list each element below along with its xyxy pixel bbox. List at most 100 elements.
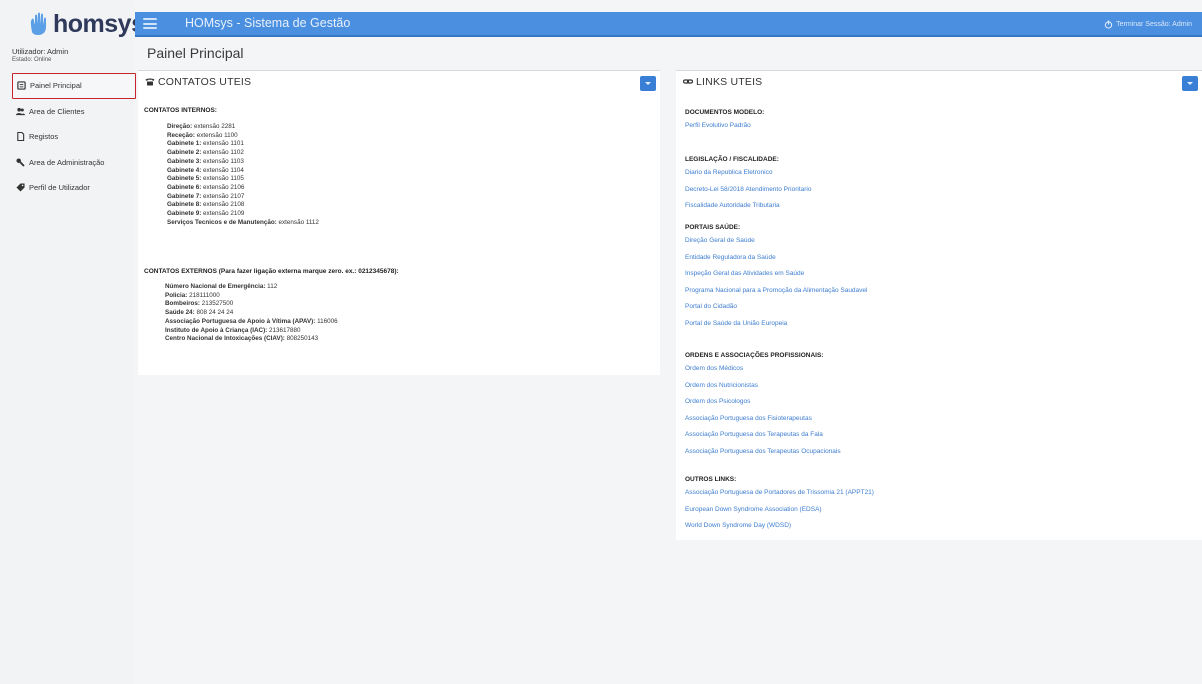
hand-logo-icon — [28, 12, 50, 36]
contact-item: Serviços Tecnicos e de Manutenção: exten… — [167, 219, 319, 228]
power-icon — [1104, 20, 1113, 29]
contact-item: Instituto de Apoio à Criança (IAC): 2136… — [165, 327, 338, 336]
contact-name: Gabinete 4: — [167, 166, 202, 174]
sidebar-item-perfil-utilizador[interactable]: Perfil de Utilizador — [12, 175, 136, 201]
links-group: PORTAIS SAÚDE: Direção Geral de Saúde Enti… — [685, 224, 867, 336]
contact-name: Gabinete 9: — [167, 210, 202, 218]
useful-link[interactable]: Diario da Republica Eletronico — [685, 169, 811, 186]
links-panel-header: LINKS UTEIS — [676, 71, 1202, 93]
useful-link[interactable]: Associação Portuguesa dos Terapeutas Ocu… — [685, 448, 841, 465]
contact-value: 116006 — [315, 317, 338, 325]
external-contacts-label: CONTATOS EXTERNOS (Para fazer ligação ex… — [144, 268, 399, 275]
contact-name: Policia: — [165, 291, 188, 299]
sidebar-item-registos[interactable]: Registos — [12, 124, 136, 150]
app-logo[interactable]: homsys — [28, 9, 145, 38]
useful-link[interactable]: Entidade Reguladora da Saúde — [685, 254, 867, 271]
useful-link[interactable]: Ordem dos Médicos — [685, 365, 841, 382]
sidebar-item-area-administracao[interactable]: Area de Administração — [12, 150, 136, 176]
useful-link[interactable]: Direção Geral de Saúde — [685, 237, 867, 254]
contact-name: Gabinete 5: — [167, 175, 202, 183]
contact-value: 112 — [265, 283, 278, 290]
sidebar-nav: Painel Principal Area de Clientes Regist… — [12, 73, 136, 201]
internal-contacts-label: CONTATOS INTERNOS: — [144, 107, 217, 114]
contact-value: extensão 2106 — [201, 183, 245, 191]
contact-name: Gabinete 6: — [167, 183, 202, 191]
contact-item: Gabinete 8: extensão 2108 — [167, 201, 319, 210]
sidebar: homsys Utilizador: Admin Estado: Online … — [0, 0, 145, 684]
useful-link[interactable]: Ordem dos Nutricionistas — [685, 382, 841, 399]
contact-name: Gabinete 7: — [167, 192, 202, 200]
useful-link[interactable]: Associação Portuguesa dos Terapeutas da … — [685, 431, 841, 448]
contact-item: Bombeiros: 213527500 — [165, 300, 338, 309]
contact-value: extensão 2108 — [201, 201, 245, 209]
user-name: Utilizador: Admin — [12, 47, 69, 56]
sidebar-item-area-clientes[interactable]: Area de Clientes — [12, 99, 136, 125]
links-group-label: ORDENS E ASSOCIAÇÕES PROFISSIONAIS: — [685, 352, 824, 359]
links-group-label: PORTAIS SAÚDE: — [685, 224, 741, 231]
useful-link[interactable]: Ordem dos Psicologos — [685, 398, 841, 415]
contacts-panel-header: CONTATOS UTEIS — [138, 71, 660, 93]
useful-link[interactable]: European Down Syndrome Association (EDSA… — [685, 506, 874, 523]
contact-value: 213617880 — [267, 326, 301, 334]
useful-link[interactable]: Inspeção Geral das Atividades em Saúde — [685, 270, 867, 287]
contact-name: Associação Portuguesa de Apoio à Vítima … — [165, 317, 316, 325]
contact-value: extensão 2281 — [192, 123, 236, 130]
useful-link[interactable]: Fiscalidade Autoridade Tributaria — [685, 202, 811, 219]
file-icon — [16, 132, 25, 142]
contact-item: Gabinete 9: extensão 2109 — [167, 210, 319, 219]
contact-value: extensão 1102 — [201, 149, 244, 157]
links-group-label: OUTROS LINKS: — [685, 476, 737, 483]
useful-link[interactable]: Associação Portuguesa dos Fisioterapeuta… — [685, 415, 841, 432]
links-group: LEGISLAÇÃO / FISCALIDADE: Diario da Repub… — [685, 156, 811, 219]
contact-value: 213527500 — [200, 300, 234, 308]
useful-link[interactable]: Programa Nacional para a Promoção da Ali… — [685, 287, 867, 304]
contact-name: Centro Nacional de Intoxicações (CIAV): — [165, 335, 285, 343]
contact-value: 808 24 24 24 — [194, 309, 234, 317]
contact-value: extensão 1100 — [195, 131, 238, 139]
collapse-button[interactable] — [1182, 76, 1198, 91]
contact-name: Gabinete 8: — [167, 201, 202, 209]
link-icon — [683, 77, 693, 86]
logout-label: Terminar Sessão: Admin — [1116, 21, 1192, 28]
contact-name: Direção: — [167, 123, 193, 130]
links-panel-title: LINKS UTEIS — [696, 76, 763, 88]
contact-value: 808250143 — [284, 335, 319, 343]
contact-value: extensão 2109 — [201, 210, 245, 218]
useful-link[interactable]: Associação Portuguesa de Portadores de T… — [685, 489, 874, 506]
contact-item: Centro Nacional de Intoxicações (CIAV): … — [165, 335, 338, 344]
links-group-label: LEGISLAÇÃO / FISCALIDADE: — [685, 156, 779, 163]
collapse-button[interactable] — [640, 76, 656, 91]
users-icon — [16, 107, 25, 116]
useful-link[interactable]: Perfil Evolutivo Padrão — [685, 122, 764, 139]
contact-item: Associação Portuguesa de Apoio à Vítima … — [165, 318, 338, 327]
contact-value: 218111000 — [187, 291, 220, 299]
useful-link[interactable]: Portal do Cidadão — [685, 303, 867, 320]
contact-value: extensão 1104 — [201, 166, 244, 174]
phone-icon — [145, 77, 155, 86]
dashboard-icon — [17, 81, 26, 90]
contact-item: Número Nacional de Emergência: 112 — [165, 283, 338, 292]
contact-item: Policia: 218111000 — [165, 292, 338, 301]
wrench-icon — [16, 158, 25, 167]
useful-link[interactable]: World Down Syndrome Day (WDSD) — [685, 522, 874, 539]
contacts-panel: CONTATOS UTEIS CONTATOS INTERNOS: Direçã… — [138, 70, 660, 375]
sidebar-item-painel-principal[interactable]: Painel Principal — [12, 73, 136, 99]
contact-name: Saúde 24: — [165, 309, 195, 317]
contact-value: extensão 2107 — [201, 192, 245, 200]
menu-toggle-icon[interactable] — [143, 18, 157, 30]
logo-text: homsys — [53, 9, 145, 38]
contact-item: Gabinete 5: extensão 1105 — [167, 175, 319, 184]
contact-item: Receção: extensão 1100 — [167, 132, 319, 141]
tag-icon — [16, 183, 25, 192]
top-navbar: HOMsys - Sistema de Gestão Terminar Sess… — [135, 12, 1202, 37]
contact-item: Gabinete 3: extensão 1103 — [167, 158, 319, 167]
logout-link[interactable]: Terminar Sessão: Admin — [1104, 20, 1192, 29]
contact-item: Gabinete 4: extensão 1104 — [167, 167, 319, 176]
contact-name: Instituto de Apoio à Criança (IAC): — [165, 326, 268, 334]
links-group: OUTROS LINKS: Associação Portuguesa de Po… — [685, 476, 874, 539]
sidebar-item-label: Area de Administração — [29, 157, 105, 167]
links-group: DOCUMENTOS MODELO: Perfil Evolutivo Padrã… — [685, 109, 764, 139]
useful-link[interactable]: Decreto-Lei 58/2018 Atendimento Priorita… — [685, 186, 811, 203]
app-title: HOMsys - Sistema de Gestão — [185, 16, 351, 30]
useful-link[interactable]: Portal de Saúde da União Europeia — [685, 320, 867, 337]
